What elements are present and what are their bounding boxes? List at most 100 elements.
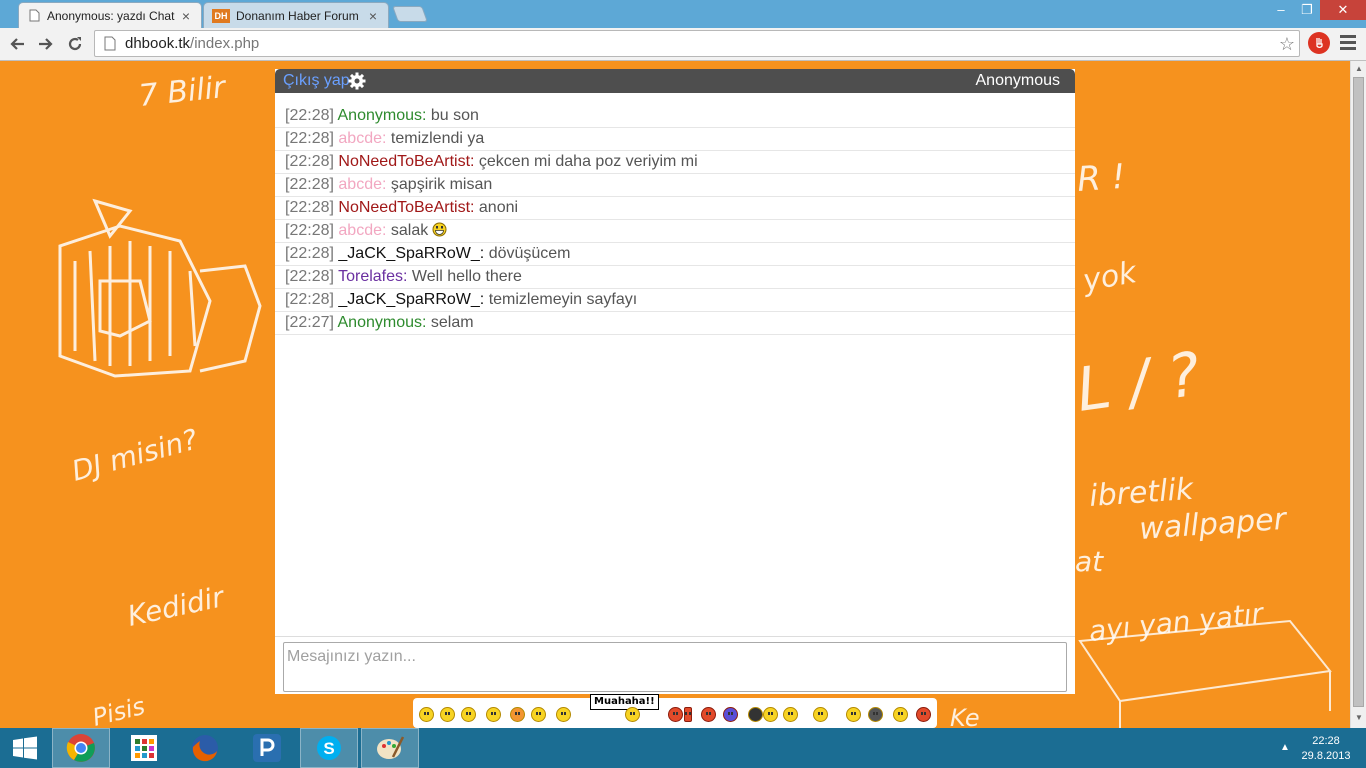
devil-emoji-icon[interactable] [701,707,716,722]
smile-emoji-icon[interactable] [419,707,434,722]
box-sketch [1078,619,1332,728]
rocket-emoji-icon[interactable] [556,707,571,722]
adblock-icon[interactable] [1308,32,1330,54]
bookmark-star-icon[interactable]: ☆ [1279,34,1295,55]
chrome-taskbar-icon[interactable] [52,728,110,768]
taskbar: S ▲ 22:28 29.8.2013 [0,728,1366,768]
chat-message: [22:28] _JaCK_SpaRRoW_: temizlemeyin say… [275,289,1075,312]
angry-emoji-icon[interactable] [668,707,683,722]
pdf-reader-taskbar-icon[interactable] [238,728,296,768]
message-author[interactable]: abcde: [338,222,386,239]
scrollbar-thumb[interactable] [1353,77,1364,707]
running-emoji-icon[interactable] [846,707,861,722]
wave-emoji-icon[interactable] [763,707,778,722]
message-author[interactable]: _JaCK_SpaRRoW_: [338,291,484,308]
message-author[interactable]: NoNeedToBeArtist: [338,199,474,216]
sad-emoji-icon[interactable] [723,707,738,722]
message-time: [22:28] [285,222,334,239]
thumbsup-emoji-icon[interactable] [783,707,798,722]
cool-emoji-icon[interactable] [531,707,546,722]
message-author[interactable]: Anonymous: [338,314,427,331]
message-author[interactable]: abcde: [338,130,386,147]
dynamite-emoji-icon[interactable] [684,707,692,722]
message-text: anoni [478,199,519,216]
wallpaper-text: yok [1079,255,1140,299]
tab-chat[interactable]: Anonymous: yazdı Chat U × [18,2,202,28]
clock-time: 22:28 [1312,735,1340,747]
current-username: Anonymous [975,72,1061,89]
url-path: /index.php [190,35,260,52]
wallpaper-text: Kedidir [125,580,228,633]
minimize-icon[interactable]: – [1268,0,1294,20]
page-scrollbar[interactable]: ▲ ▼ [1350,61,1366,728]
dh-logo-sketch [58,198,262,378]
forward-arrow-icon[interactable] [34,32,58,56]
laugh-emoji-icon[interactable] [625,707,640,722]
message-author[interactable]: NoNeedToBeArtist: [338,153,474,170]
gear-icon[interactable] [348,72,366,90]
url-host: dhbook.tk [125,35,191,52]
firefox-taskbar-icon[interactable] [176,728,234,768]
wallpaper-text: Ke [950,704,980,728]
wallpaper-text: 7 Bilir [137,70,228,114]
tongue-emoji-icon[interactable] [510,707,525,722]
apps-grid-taskbar-icon[interactable] [115,728,173,768]
page-icon [101,34,119,54]
new-tab-button[interactable] [392,6,428,22]
tab-title: Donanım Haber Forum [236,8,359,23]
dark-emoji-icon[interactable] [868,707,883,722]
close-tab-icon[interactable]: × [179,8,193,24]
message-time: [22:27] [285,314,334,331]
wallpaper-text: ayı yan yatır [1087,597,1266,648]
clock-date: 29.8.2013 [1301,750,1351,762]
back-arrow-icon[interactable] [5,32,29,56]
grin-emoji-icon[interactable] [440,707,455,722]
tab-title: Anonymous: yazdı Chat U [47,8,175,23]
tab-donanim-haber[interactable]: DH Donanım Haber Forum × [203,2,389,28]
paint-taskbar-icon[interactable] [361,728,419,768]
thinking-emoji-icon[interactable] [813,707,828,722]
chat-message: [22:28] Anonymous: bu son [275,105,1075,128]
close-window-icon[interactable]: ✕ [1320,0,1366,20]
message-author[interactable]: _JaCK_SpaRRoW_: [338,245,484,262]
logout-link[interactable]: Çıkış yap [283,72,350,90]
stop-emoji-icon[interactable] [916,707,931,722]
muahaha-sign-emoji[interactable]: Muahaha!! [590,694,659,710]
hat-emoji-icon[interactable] [486,707,501,722]
address-bar[interactable]: dhbook.tk/index.php ☆ [94,30,1300,57]
message-author[interactable]: abcde: [338,176,386,193]
scroll-down-icon[interactable]: ▼ [1354,713,1364,722]
message-input[interactable] [283,642,1067,692]
chat-message: [22:27] Anonymous: selam [275,312,1075,335]
message-text: selam [430,314,474,331]
message-time: [22:28] [285,176,334,193]
message-text: çekcen mi daha poz veriyim mi [478,153,698,170]
system-clock[interactable]: 22:28 29.8.2013 [1296,734,1356,764]
message-author[interactable]: Anonymous: [338,107,427,124]
chat-header: Çıkış yap Anonymous [275,69,1075,93]
message-time: [22:28] [285,153,334,170]
close-tab-icon[interactable]: × [366,8,380,24]
composer [275,636,1075,694]
message-author[interactable]: Torelafes: [338,268,407,285]
svg-text:S: S [323,739,334,758]
message-time: [22:28] [285,199,334,216]
message-text: Well hello there [411,268,522,285]
scared-emoji-icon[interactable] [893,707,908,722]
message-text: temizlendi ya [390,130,485,147]
chat-message: [22:28] _JaCK_SpaRRoW_: dövüşücem [275,243,1075,266]
scroll-up-icon[interactable]: ▲ [1354,64,1364,73]
wallpaper-text: L / ? [1072,339,1204,426]
skype-taskbar-icon[interactable]: S [300,728,358,768]
message-text: bu son [430,107,479,124]
chat-message: [22:28] abcde: salak [275,220,1075,243]
wallpaper-text: DJ misin? [68,423,201,488]
windows-start-icon[interactable] [0,728,50,768]
message-time: [22:28] [285,107,334,124]
reload-icon[interactable] [63,32,87,56]
menu-icon[interactable] [1340,35,1356,53]
angel-emoji-icon[interactable] [461,707,476,722]
maximize-icon[interactable]: ❐ [1294,0,1320,20]
tray-expand-icon[interactable]: ▲ [1280,742,1290,753]
ninja-emoji-icon[interactable] [748,707,763,722]
